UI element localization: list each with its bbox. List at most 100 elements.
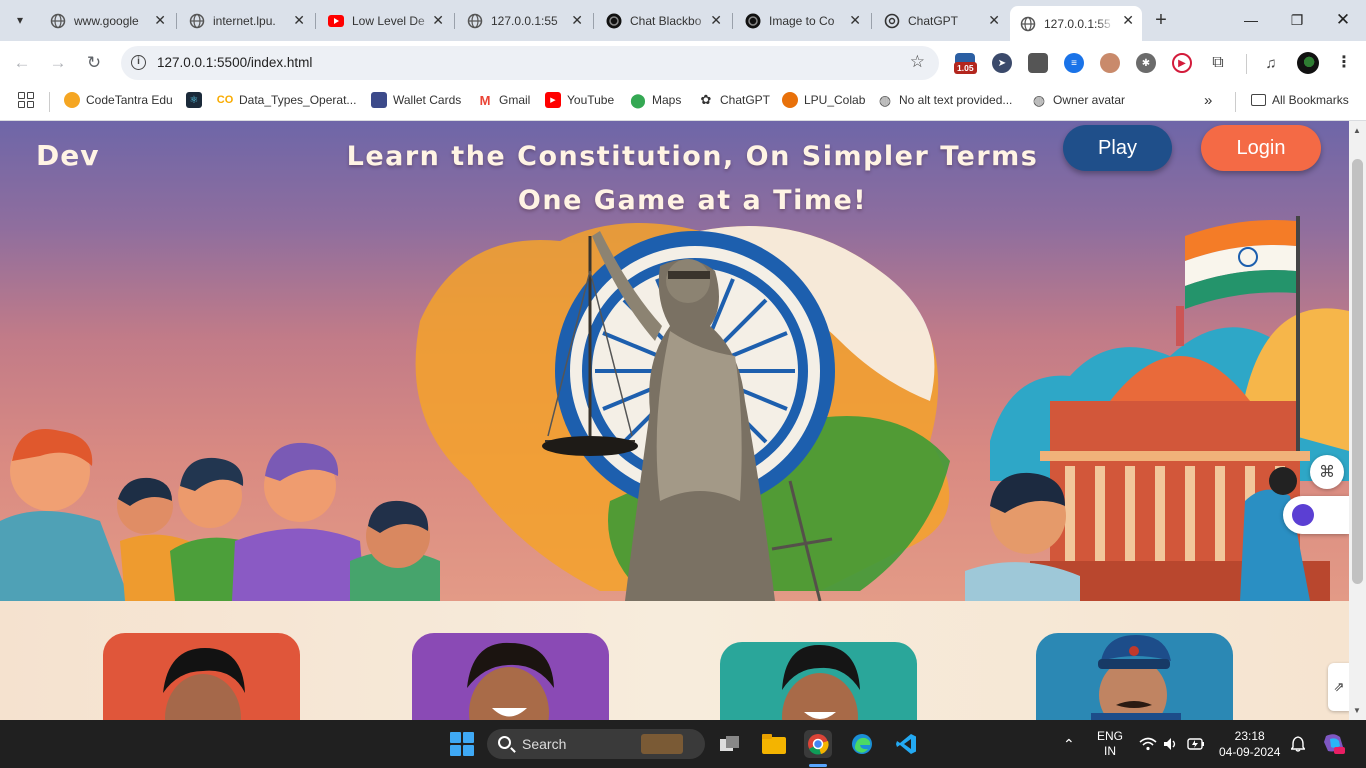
tagline-line-1: Learn the Constitution, On Simpler Terms [346,141,1039,172]
start-button[interactable] [450,732,474,756]
task-view-icon[interactable] [716,730,744,758]
extension-play-icon[interactable]: ▶ [1172,53,1192,73]
bookmark-label: Maps [652,93,682,107]
page-scrollbar[interactable]: ▲ ▼ [1349,121,1366,720]
extension-bug-icon[interactable]: ✱ [1136,53,1156,73]
restore-button[interactable]: ❐ [1274,6,1320,34]
volume-icon[interactable] [1163,720,1179,768]
page-viewport: Dev Learn the Constitution, On Simpler T… [0,121,1349,720]
scroll-down-icon[interactable]: ▼ [1353,706,1361,715]
forward-button[interactable]: → [47,52,69,74]
search-highlight-image [641,734,683,754]
search-label: Search [522,736,567,752]
browser-tab[interactable]: www.google ✕ [40,6,174,35]
codetantra-icon [64,92,80,108]
browser-tab[interactable]: Chat Blackbo ✕ [596,6,730,35]
bookmark-item[interactable]: ⬤ Maps [630,89,681,111]
browser-tab[interactable]: Low Level De ✕ [318,6,452,35]
character-portrait [1036,633,1233,731]
bookmark-item[interactable]: CodeTantra Edu [64,89,173,111]
extension-doc-icon[interactable]: ≡ [1064,53,1084,73]
back-button[interactable]: ← [11,52,33,74]
wifi-icon[interactable] [1139,720,1157,768]
bookmark-item[interactable]: Wallet Cards [371,89,461,111]
globe-icon [467,13,483,29]
scrollbar-thumb[interactable] [1352,159,1363,584]
browser-tab[interactable]: internet.lpu. ✕ [179,6,313,35]
tagline-line-2: One Game at a Time! [517,185,868,216]
brand-logo[interactable]: Dev [36,139,99,172]
play-button[interactable]: Play [1063,125,1172,171]
menu-icon[interactable]: ⋮ [1336,52,1352,72]
close-tab-icon[interactable]: ✕ [1122,13,1134,27]
address-bar[interactable]: i 127.0.0.1:5500/index.html ☆ [121,46,939,80]
browser-tab[interactable]: 127.0.0.1:55 ✕ [457,6,591,35]
bookmark-item[interactable]: CO Data_Types_Operat... [217,89,357,111]
bookmark-item[interactable]: ◍ Owner avatar [1031,89,1125,111]
close-tab-icon[interactable]: ✕ [293,13,305,27]
language-code: ENG [1097,729,1124,743]
all-bookmarks-button[interactable]: All Bookmarks [1251,89,1349,111]
taskbar-search[interactable]: Search [487,729,705,759]
globe-icon [189,13,205,29]
show-hidden-icons[interactable]: ⌃ [1063,720,1075,768]
apps-grid-icon[interactable] [18,92,34,108]
close-tab-icon[interactable]: ✕ [571,13,583,27]
bookmark-item[interactable]: ✿ ChatGPT [698,89,770,111]
bookmark-label: Owner avatar [1053,93,1126,107]
assistant-widget[interactable] [1283,496,1349,534]
bookmark-item[interactable]: M Gmail [477,89,531,111]
file-explorer-icon[interactable] [760,730,788,758]
new-tab-button[interactable]: + [1150,9,1172,32]
bookmark-item[interactable]: ⚛ [186,89,208,111]
language-indicator[interactable]: ENG IN [1097,720,1123,768]
reload-button[interactable]: ↻ [83,52,105,74]
copilot-icon[interactable] [1322,720,1346,768]
browser-tab-active[interactable]: 127.0.0.1:55 ✕ [1010,6,1142,41]
side-panel-toggle-icon[interactable]: ⇗ [1328,663,1350,711]
site-info-icon[interactable]: i [131,55,146,70]
gmail-icon: M [479,92,491,108]
tab-search-button[interactable]: ▾ [8,8,32,32]
tab-title: Image to Co [769,13,835,28]
profile-avatar[interactable] [1297,52,1319,74]
close-tab-icon[interactable]: ✕ [849,13,861,27]
browser-tab[interactable]: Image to Co ✕ [735,6,869,35]
minimize-button[interactable]: — [1228,6,1274,34]
vscode-icon[interactable] [892,730,920,758]
assistant-icon [1292,504,1314,526]
lpu-icon [782,92,798,108]
bookmark-item[interactable]: LPU_Colab [782,89,865,111]
close-tab-icon[interactable]: ✕ [432,13,444,27]
notification-bell-icon[interactable] [1291,720,1305,768]
bookmark-item[interactable]: ◍ No alt text provided... [877,89,1013,111]
edge-icon[interactable] [848,730,876,758]
wallet-icon [371,92,387,108]
tab-title: ChatGPT [908,13,959,28]
more-bookmarks-button[interactable]: » [1204,89,1212,111]
battery-icon[interactable] [1187,720,1205,768]
youtube-icon: ▶ [545,92,561,108]
chrome-icon[interactable] [804,730,832,758]
close-tab-icon[interactable]: ✕ [710,13,722,27]
tab-title: www.google [74,13,139,28]
close-tab-icon[interactable]: ✕ [154,13,166,27]
widget-menu-icon[interactable]: ⌘ [1310,455,1344,489]
react-icon: ⚛ [186,92,202,108]
media-control-icon[interactable]: ♫ [1261,53,1281,73]
system-clock[interactable]: 23:18 04-09-2024 [1219,728,1280,760]
extensions-puzzle-icon[interactable]: ⧉ [1208,53,1228,73]
bookmark-item[interactable]: ▶ YouTube [545,89,614,111]
extension-avatar-icon[interactable] [1100,53,1120,73]
close-tab-icon[interactable]: ✕ [988,13,1000,27]
url-text[interactable]: 127.0.0.1:5500/index.html [157,55,312,70]
extension-window-icon[interactable] [1028,53,1048,73]
extension-cursor-icon[interactable]: ➤ [992,53,1012,73]
scroll-up-icon[interactable]: ▲ [1353,126,1361,135]
close-window-button[interactable]: ✕ [1320,6,1366,34]
bookmark-star-icon[interactable]: ☆ [910,52,925,72]
browser-tab[interactable]: ChatGPT ✕ [874,6,1008,35]
bookmark-label: YouTube [567,93,615,107]
login-button[interactable]: Login [1201,125,1321,171]
globe-icon [1020,16,1036,32]
